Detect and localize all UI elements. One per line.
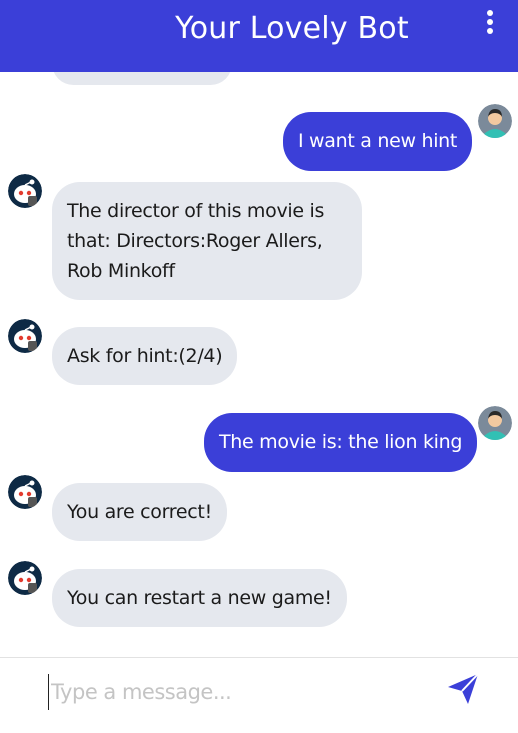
header-title: Your Lovely Bot xyxy=(175,11,409,46)
bot-message-bubble: The director of this movie is that: Dire… xyxy=(52,182,362,300)
bot-message-bubble: You are correct! xyxy=(52,483,227,541)
bot-message-bubble: You can restart a new game! xyxy=(52,569,347,627)
user-avatar-icon xyxy=(478,406,512,440)
user-message-text: The movie is: the lion king xyxy=(219,431,463,453)
bot-avatar-icon xyxy=(8,561,42,595)
bot-message-bubble: Ask for hint:(2/4) xyxy=(52,327,238,385)
kebab-menu-icon[interactable] xyxy=(480,10,500,38)
bot-message-line: The director of this movie is xyxy=(67,200,325,222)
paper-plane-send-icon[interactable] xyxy=(446,672,480,706)
header-bar: Your Lovely Bot xyxy=(0,0,518,72)
message-input[interactable] xyxy=(48,674,433,710)
bot-message-text: You can restart a new game! xyxy=(67,587,332,609)
bot-message-text: Ask for hint:(2/4) xyxy=(67,345,223,367)
bot-message-text: You are correct! xyxy=(67,501,212,523)
bot-message-bubble xyxy=(52,72,232,85)
bot-avatar-icon xyxy=(8,319,42,353)
message-list[interactable]: I want a new hint The director of this m… xyxy=(0,72,518,657)
user-avatar-icon xyxy=(478,104,512,138)
user-message-bubble: I want a new hint xyxy=(283,112,473,171)
bot-message-line: that: Directors:Roger Allers, xyxy=(67,230,323,252)
bot-avatar-icon xyxy=(8,475,42,509)
user-message-text: I want a new hint xyxy=(298,130,458,152)
bot-message-line: Rob Minkoff xyxy=(67,260,175,282)
message-composer xyxy=(0,657,518,733)
bot-avatar-icon xyxy=(8,174,42,208)
user-message-bubble: The movie is: the lion king xyxy=(204,413,478,472)
chat-app: Your Lovely Bot I want a new hint The di… xyxy=(0,0,518,733)
